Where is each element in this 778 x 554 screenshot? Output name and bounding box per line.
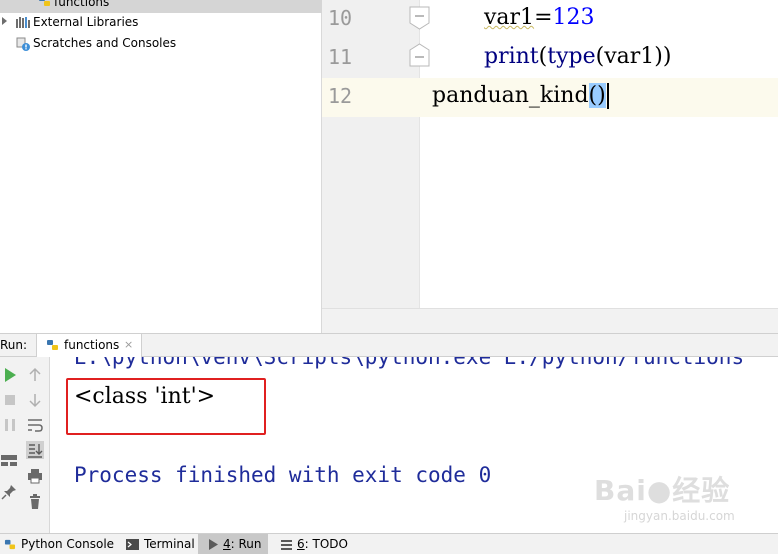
run-tab-label: functions [64, 338, 120, 352]
tab-todo[interactable]: 6: TODO [281, 534, 348, 554]
run-label: Run: [0, 338, 28, 352]
trash-icon[interactable] [26, 493, 44, 511]
code-line-10[interactable]: 10 var1=123 [322, 0, 778, 39]
tab-label: Python Console [21, 537, 115, 551]
watermark-url: jingyan.baidu.com [624, 509, 735, 523]
line-number: 11 [328, 45, 353, 69]
line-number: 12 [328, 84, 353, 108]
scroll-down-icon[interactable] [26, 391, 44, 409]
stop-icon[interactable] [1, 391, 19, 409]
tree-item-label: External Libraries [33, 15, 139, 29]
console-command-line: E:\python\venv\Scripts\python.exe E:/pyt… [74, 357, 745, 369]
todo-icon [281, 539, 292, 550]
code-editor[interactable]: 10 var1=123 11 print(type(var1)) 12 pand… [322, 0, 778, 333]
terminal-icon [126, 538, 139, 550]
expand-arrow-icon[interactable] [2, 17, 7, 25]
tab-terminal[interactable]: Terminal [126, 534, 195, 554]
print-icon[interactable] [26, 467, 44, 485]
run-console-output[interactable]: E:\python\venv\Scripts\python.exe E:/pyt… [50, 357, 778, 533]
scroll-up-icon[interactable] [26, 366, 44, 384]
tree-item-external-libraries[interactable]: External Libraries [0, 12, 322, 32]
layout-icon[interactable] [0, 451, 18, 469]
run-tool-window-header: Run: functions × [0, 333, 778, 357]
editor-horizontal-scrollbar[interactable] [322, 308, 778, 333]
code-line-11[interactable]: 11 print(type(var1)) [322, 39, 778, 78]
project-tool-window: functions External Libraries Scratches a… [0, 0, 322, 333]
run-tab-functions[interactable]: functions × [36, 334, 142, 357]
run-toolbar [0, 357, 50, 533]
tree-item-scratches[interactable]: Scratches and Consoles [0, 33, 322, 53]
tool-window-bar: Python Console Terminal 4: Run 6: TODO [0, 533, 778, 554]
soft-wrap-icon[interactable] [26, 416, 44, 434]
baidu-watermark: Bai●经验 jingyan.baidu.com [594, 465, 778, 525]
tab-label: 4: Run [223, 537, 262, 551]
pin-icon[interactable] [0, 483, 18, 501]
python-console-icon [4, 539, 16, 549]
tab-python-console[interactable]: Python Console [4, 534, 114, 554]
library-icon [16, 17, 30, 28]
run-icon [209, 538, 218, 550]
python-file-icon [47, 340, 58, 350]
text-caret [606, 83, 609, 109]
tree-item-label: functions [54, 0, 110, 9]
rerun-icon[interactable] [1, 366, 19, 384]
watermark-text: Bai●经验 [594, 474, 731, 507]
scratches-icon [16, 37, 30, 51]
console-exit-line: Process finished with exit code 0 [74, 463, 492, 487]
code-text: var1=123 [484, 5, 595, 30]
scroll-to-end-icon[interactable] [26, 441, 44, 459]
pause-icon[interactable] [1, 416, 19, 434]
fold-marker-icon[interactable] [409, 43, 430, 67]
tab-run[interactable]: 4: Run [198, 534, 268, 554]
code-text: print(type(var1)) [484, 44, 672, 69]
python-file-icon [39, 0, 50, 6]
code-text: panduan_kind() [432, 83, 609, 109]
close-icon[interactable]: × [124, 338, 133, 351]
fold-marker-icon[interactable] [409, 6, 430, 30]
tab-label: 6: TODO [297, 537, 348, 551]
tree-item-label: Scratches and Consoles [33, 36, 177, 50]
red-highlight-box [66, 378, 266, 435]
code-line-12[interactable]: 12 panduan_kind() [322, 78, 778, 117]
tab-label: Terminal [144, 537, 195, 551]
line-number: 10 [328, 6, 353, 30]
